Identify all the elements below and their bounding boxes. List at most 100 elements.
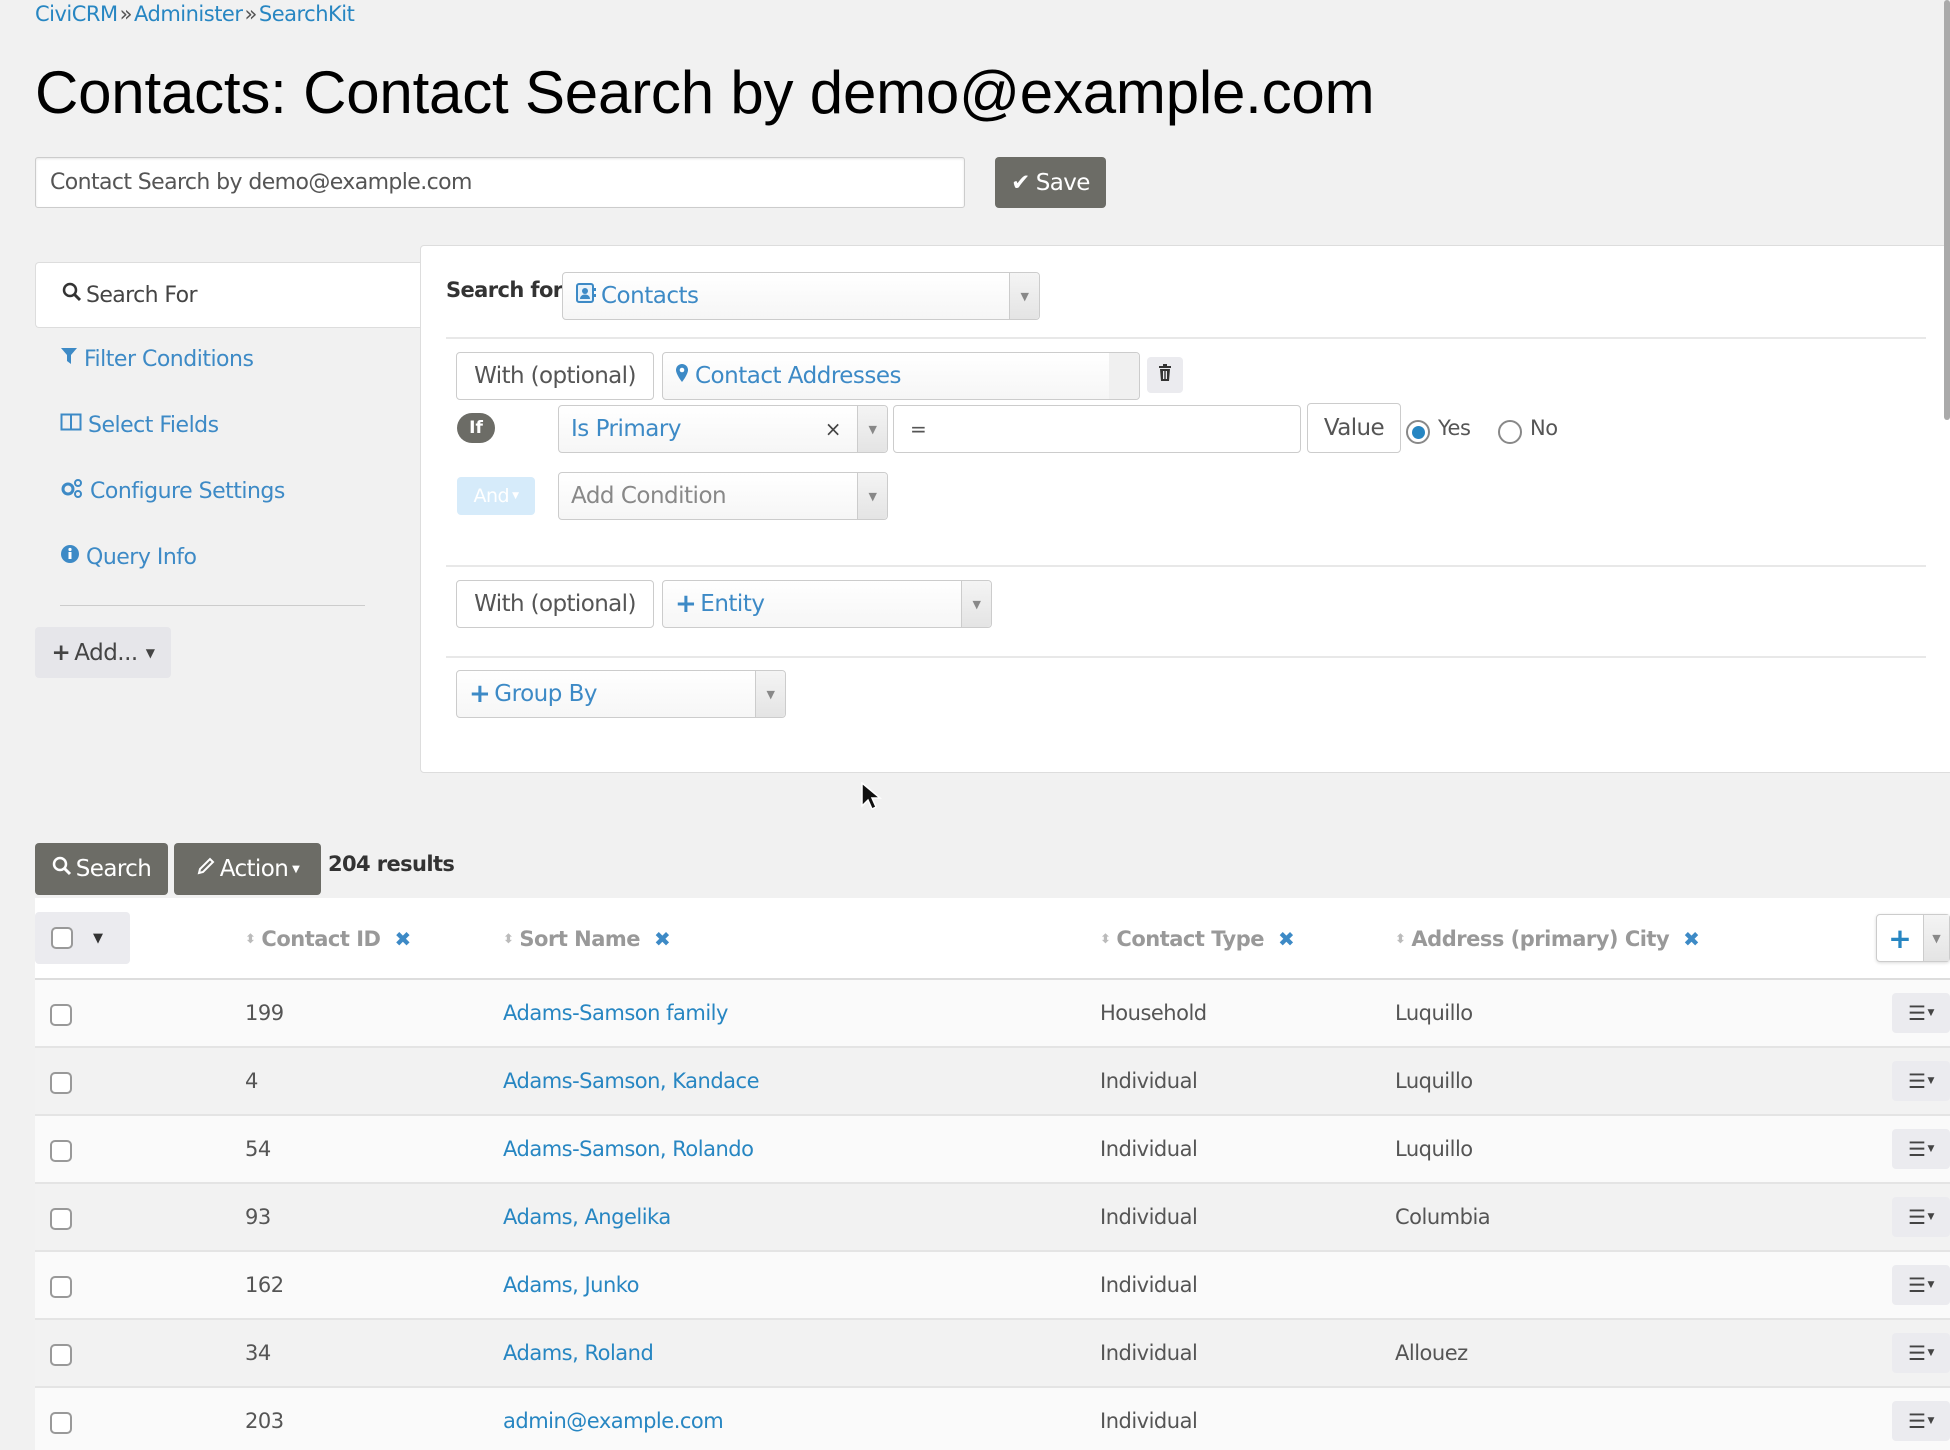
sidebar-item-label: Query Info — [86, 544, 197, 570]
delete-join-button[interactable] — [1147, 357, 1183, 393]
plus-icon: + — [675, 589, 697, 619]
group-by-select[interactable]: + Group By ▼ — [456, 670, 786, 718]
caret-down-icon: ▼ — [292, 863, 300, 875]
select-all-dropdown[interactable]: ▼ — [35, 912, 130, 964]
join2-type-button[interactable]: With (optional) — [456, 580, 654, 628]
cell-sort-name-link[interactable]: Adams-Samson, Rolando — [503, 1116, 754, 1182]
row-actions-button[interactable]: ☰ ▼ — [1892, 1401, 1950, 1441]
plus-icon: + — [51, 639, 71, 666]
search-button[interactable]: Search — [35, 843, 168, 895]
row-checkbox[interactable] — [50, 1412, 72, 1434]
add-button-label: Add... — [74, 639, 138, 666]
column-label: Contact ID — [261, 927, 381, 951]
radio-yes[interactable]: Yes — [1406, 416, 1471, 444]
cell-sort-name-link[interactable]: Adams-Samson, Kandace — [503, 1048, 760, 1114]
sidebar-tab-search-for[interactable]: Search For — [35, 262, 425, 328]
row-checkbox[interactable] — [50, 1208, 72, 1230]
trash-icon — [1158, 364, 1172, 386]
page-title: Contacts: Contact Search by demo@example… — [35, 59, 1375, 126]
caret-down-icon: ▼ — [1927, 1416, 1935, 1426]
add-button[interactable]: + Add... ▼ — [35, 627, 171, 678]
row-checkbox[interactable] — [50, 1072, 72, 1094]
add-condition-select[interactable]: Add Condition ▼ — [558, 472, 888, 520]
condition-field-select[interactable]: Is Primary × ▼ — [558, 405, 888, 453]
save-button[interactable]: ✔ Save — [995, 157, 1106, 208]
radio-no[interactable]: No — [1498, 416, 1558, 444]
breadcrumb-searchkit[interactable]: SearchKit — [259, 2, 355, 26]
breadcrumb-administer[interactable]: Administer — [134, 2, 243, 26]
caret-down-icon: ▼ — [1927, 1348, 1935, 1358]
sidebar-divider — [60, 605, 365, 606]
remove-column-icon[interactable]: ✖ — [394, 927, 411, 951]
cell-sort-name-link[interactable]: admin@example.com — [503, 1388, 724, 1450]
pencil-icon — [196, 856, 216, 882]
row-actions-button[interactable]: ☰ ▼ — [1892, 1129, 1950, 1169]
operator-input[interactable]: = — [893, 405, 1301, 453]
if-badge: If — [457, 413, 495, 443]
panel-divider — [446, 565, 1926, 567]
row-actions-button[interactable]: ☰ ▼ — [1892, 993, 1950, 1033]
bars-icon: ☰ — [1908, 1137, 1926, 1161]
add-column-button[interactable]: + ▼ — [1876, 914, 1950, 962]
and-button[interactable]: And ▼ — [457, 477, 535, 515]
column-header-contact-type[interactable]: ⬍ Contact Type ✖ — [1100, 898, 1295, 980]
bars-icon: ☰ — [1908, 1205, 1926, 1229]
cell-city: Allouez — [1395, 1341, 1468, 1365]
row-checkbox[interactable] — [50, 1276, 72, 1298]
cell-sort-name-link[interactable]: Adams, Angelika — [503, 1184, 671, 1250]
cell-city: Luquillo — [1395, 1069, 1473, 1093]
cell-sort-name-link[interactable]: Adams, Junko — [503, 1252, 640, 1318]
join-type-button[interactable]: With (optional) — [456, 352, 654, 400]
column-header-sort-name[interactable]: ⬍ Sort Name ✖ — [503, 898, 671, 980]
row-actions-button[interactable]: ☰ ▼ — [1892, 1265, 1950, 1305]
bars-icon: ☰ — [1908, 1001, 1926, 1025]
row-actions-button[interactable]: ☰ ▼ — [1892, 1061, 1950, 1101]
radio-yes-label: Yes — [1438, 416, 1471, 440]
column-header-city[interactable]: ⬍ Address (primary) City ✖ — [1395, 898, 1700, 980]
caret-down-icon: ▼ — [1927, 1144, 1935, 1154]
dropdown-arrow-icon: ▼ — [1009, 273, 1039, 319]
sidebar-item-configure-settings[interactable]: Configure Settings — [60, 478, 285, 504]
row-checkbox[interactable] — [50, 1140, 72, 1162]
search-for-select[interactable]: Contacts ▼ — [562, 272, 1040, 320]
row-actions-button[interactable]: ☰ ▼ — [1892, 1333, 1950, 1373]
remove-column-icon[interactable]: ✖ — [1683, 927, 1700, 951]
and-button-label: And — [473, 485, 510, 507]
radio-yes-input[interactable] — [1406, 420, 1430, 444]
row-checkbox[interactable] — [50, 1344, 72, 1366]
select-all-checkbox[interactable] — [51, 927, 73, 949]
cell-contact-type: Individual — [1100, 1137, 1198, 1161]
sidebar-item-filter-conditions[interactable]: Filter Conditions — [60, 346, 254, 372]
caret-down-icon: ▼ — [1927, 1212, 1935, 1222]
row-checkbox[interactable] — [50, 1004, 72, 1026]
remove-column-icon[interactable]: ✖ — [654, 927, 671, 951]
search-icon — [52, 856, 72, 882]
clear-icon[interactable]: × — [825, 417, 842, 441]
row-actions-button[interactable]: ☰ ▼ — [1892, 1197, 1950, 1237]
breadcrumb-separator: » — [244, 2, 258, 26]
breadcrumb-separator: » — [119, 2, 133, 26]
action-button-label: Action — [219, 856, 289, 882]
cell-city: Luquillo — [1395, 1137, 1473, 1161]
remove-column-icon[interactable]: ✖ — [1278, 927, 1295, 951]
bars-icon: ☰ — [1908, 1409, 1926, 1433]
column-header-contact-id[interactable]: ⬍ Contact ID ✖ — [245, 898, 411, 980]
sidebar-item-select-fields[interactable]: Select Fields — [60, 412, 219, 438]
cell-contact-type: Household — [1100, 1001, 1207, 1025]
breadcrumb-civicrm[interactable]: CiviCRM — [35, 2, 118, 26]
cell-contact-type: Individual — [1100, 1205, 1198, 1229]
cell-sort-name-link[interactable]: Adams, Roland — [503, 1320, 654, 1386]
dropdown-arrow-icon: ▼ — [1923, 915, 1949, 961]
search-name-input[interactable] — [35, 157, 965, 208]
page-scrollbar[interactable] — [1944, 0, 1950, 420]
search-for-label: Search for — [446, 278, 563, 302]
join2-entity-select[interactable]: + Entity ▼ — [662, 580, 992, 628]
sidebar-item-label: Filter Conditions — [84, 346, 254, 372]
cell-sort-name-link[interactable]: Adams-Samson family — [503, 980, 728, 1046]
join-entity-select[interactable]: Contact Addresses — [662, 352, 1140, 400]
cell-contact-id: 203 — [245, 1409, 284, 1433]
action-button[interactable]: Action ▼ — [174, 843, 321, 895]
caret-down-icon: ▼ — [1927, 1076, 1935, 1086]
radio-no-input[interactable] — [1498, 420, 1522, 444]
sidebar-item-query-info[interactable]: Query Info — [60, 544, 197, 570]
